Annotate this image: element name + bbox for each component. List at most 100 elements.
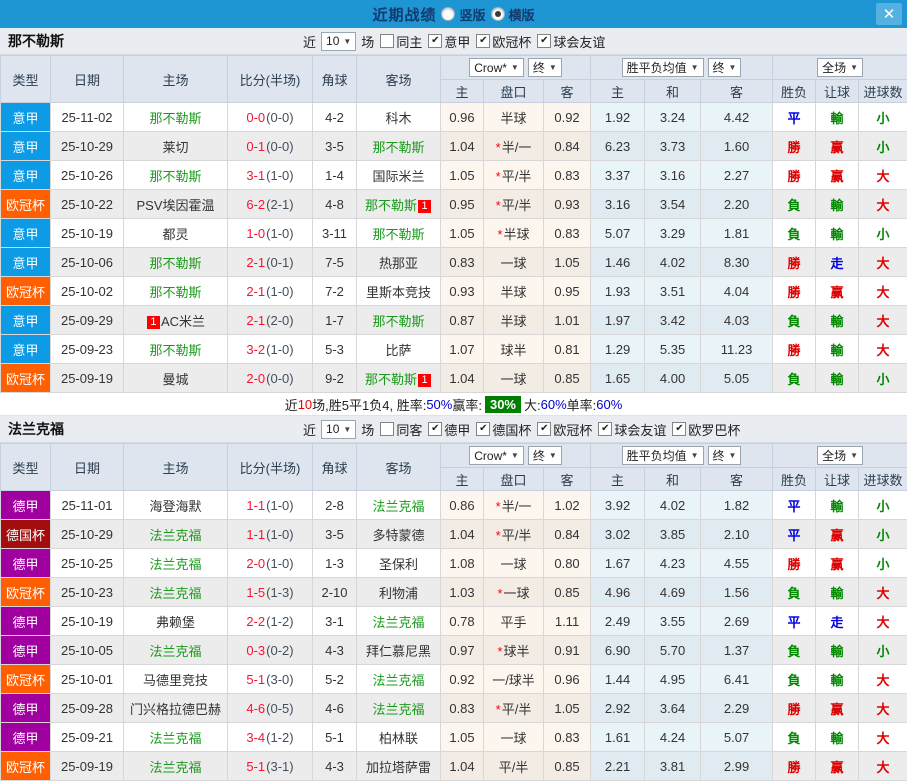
odds-time-select[interactable]: 终▼: [528, 58, 562, 77]
odds-time-select-value: 终: [533, 59, 545, 76]
checkbox-checked-icon: ✔: [672, 422, 686, 436]
fulltime-score: 2-1: [246, 313, 265, 328]
away-team: 国际米兰: [357, 161, 441, 190]
column-header: 比分(半场): [228, 444, 313, 491]
score-cell: 1-0(1-0): [228, 219, 313, 248]
goals-result: 大: [859, 161, 907, 190]
corners: 4-6: [313, 694, 357, 723]
fulltime-score: 0-0: [246, 110, 265, 125]
same-venue-checkbox[interactable]: 同主: [380, 32, 422, 51]
team-label: 那不勒斯: [149, 169, 201, 184]
games-count-select[interactable]: 10▼: [321, 32, 356, 51]
avg-draw: 3.64: [645, 694, 701, 723]
league-checkbox-3[interactable]: ✔球会友谊: [598, 420, 666, 439]
away-team: 比萨: [357, 335, 441, 364]
avg-select[interactable]: 胜平负均值▼: [622, 58, 704, 77]
score-cell: 1-5(1-3): [228, 578, 313, 607]
league-checkbox-1[interactable]: ✔德国杯: [476, 420, 531, 439]
league-checkbox-0[interactable]: ✔德甲: [428, 420, 470, 439]
odds-source-select[interactable]: Crow*▼: [469, 58, 524, 77]
away-odds: 0.85: [544, 364, 591, 393]
column-header: 日期: [51, 444, 124, 491]
match-date: 25-09-19: [51, 752, 124, 781]
score-cell: 3-2(1-0): [228, 335, 313, 364]
halftime-score: (0-1): [266, 255, 293, 270]
match-row: 德甲25-09-28门兴格拉德巴赫4-6(0-5)4-6法兰克福0.83*平/半…: [1, 694, 907, 723]
avg-select[interactable]: 胜平负均值▼: [622, 446, 704, 465]
odds-time-select-value: 终: [533, 447, 545, 464]
avg-away: 1.37: [701, 636, 773, 665]
layout-radio-vertical[interactable]: 竖版: [441, 5, 485, 24]
league-checkbox-1[interactable]: ✔欧冠杯: [476, 32, 531, 51]
goals-result: 大: [859, 578, 907, 607]
outcome-result: 負: [773, 636, 816, 665]
layout-radio-horizontal[interactable]: 横版: [491, 5, 535, 24]
handicap-result: 輸: [816, 578, 859, 607]
team-label: AC米兰: [161, 314, 205, 329]
same-venue-checkbox[interactable]: 同客: [380, 420, 422, 439]
halftime-score: (1-0): [266, 284, 293, 299]
close-button[interactable]: ✕: [876, 3, 902, 25]
checkbox-checked-icon: ✔: [428, 34, 442, 48]
away-odds: 0.93: [544, 190, 591, 219]
avg-draw: 3.55: [645, 607, 701, 636]
away-team: 法兰克福: [357, 491, 441, 520]
match-date: 25-10-29: [51, 520, 124, 549]
avg-away: 4.55: [701, 549, 773, 578]
league-checkbox-0[interactable]: ✔意甲: [428, 32, 470, 51]
games-count-select[interactable]: 10▼: [321, 420, 356, 439]
away-team: 法兰克福: [357, 694, 441, 723]
team-label: 法兰克福: [149, 731, 201, 746]
odds-source-select[interactable]: Crow*▼: [469, 446, 524, 465]
league-checkbox-2[interactable]: ✔球会友谊: [537, 32, 605, 51]
radio-label-vertical: 竖版: [459, 5, 485, 24]
odds-time-select[interactable]: 终▼: [528, 446, 562, 465]
halftime-score: (0-0): [266, 110, 293, 125]
team-filter-bar: 那不勒斯近10▼场同主✔意甲✔欧冠杯✔球会友谊: [0, 28, 907, 55]
corners: 7-2: [313, 277, 357, 306]
league-checkbox-1-label: 欧冠杯: [492, 32, 531, 51]
outcome-result: 勝: [773, 335, 816, 364]
score-cell: 5-1(3-1): [228, 752, 313, 781]
match-date: 25-10-19: [51, 607, 124, 636]
team-label: 拜仁慕尼黑: [366, 644, 431, 659]
handicap-result: 輸: [816, 306, 859, 335]
team-label: 法兰克福: [372, 702, 424, 717]
corners: 5-3: [313, 335, 357, 364]
filters: 近10▼场同主✔意甲✔欧冠杯✔球会友谊: [303, 32, 605, 51]
avg-away: 5.07: [701, 723, 773, 752]
score-cell: 3-4(1-2): [228, 723, 313, 752]
match-date: 25-09-21: [51, 723, 124, 752]
home-odds: 1.04: [441, 752, 484, 781]
avg-home: 5.07: [591, 219, 645, 248]
league-checkbox-2[interactable]: ✔欧冠杯: [537, 420, 592, 439]
team-label: 那不勒斯: [372, 227, 424, 242]
league-checkbox-4[interactable]: ✔欧罗巴杯: [672, 420, 740, 439]
avg-draw: 3.42: [645, 306, 701, 335]
corners: 2-8: [313, 491, 357, 520]
corners: 3-5: [313, 132, 357, 161]
summary-part: 赢率:: [452, 395, 482, 414]
halftime-score: (3-1): [266, 759, 293, 774]
odds-changed-star: *: [496, 169, 501, 184]
team-label: 弗赖堡: [156, 615, 195, 630]
league-badge: 意甲: [1, 335, 51, 364]
summary-part: 30%: [485, 396, 521, 413]
avg-time-select[interactable]: 终▼: [708, 446, 742, 465]
odds-changed-star: *: [496, 198, 501, 213]
scope-select[interactable]: 全场▼: [817, 446, 863, 465]
match-row: 欧冠杯25-10-01马德里竞技5-1(3-0)5-2法兰克福0.92一/球半0…: [1, 665, 907, 694]
goals-result: 小: [859, 364, 907, 393]
outcome-result: 勝: [773, 549, 816, 578]
avg-dropdown-group: 胜平负均值▼终▼: [591, 444, 773, 468]
scope-select-value: 全场: [822, 447, 846, 464]
score-cell: 0-3(0-2): [228, 636, 313, 665]
sub-column-header: 主: [441, 80, 484, 103]
match-row: 意甲25-10-29莱切0-1(0-0)3-5那不勒斯1.04*半/一0.846…: [1, 132, 907, 161]
avg-time-select[interactable]: 终▼: [708, 58, 742, 77]
match-row: 德甲25-10-05法兰克福0-3(0-2)4-3拜仁慕尼黑0.97*球半0.9…: [1, 636, 907, 665]
avg-away: 1.60: [701, 132, 773, 161]
fulltime-score: 0-3: [246, 643, 265, 658]
handicap-value: 平/半: [499, 760, 529, 775]
scope-select[interactable]: 全场▼: [817, 58, 863, 77]
